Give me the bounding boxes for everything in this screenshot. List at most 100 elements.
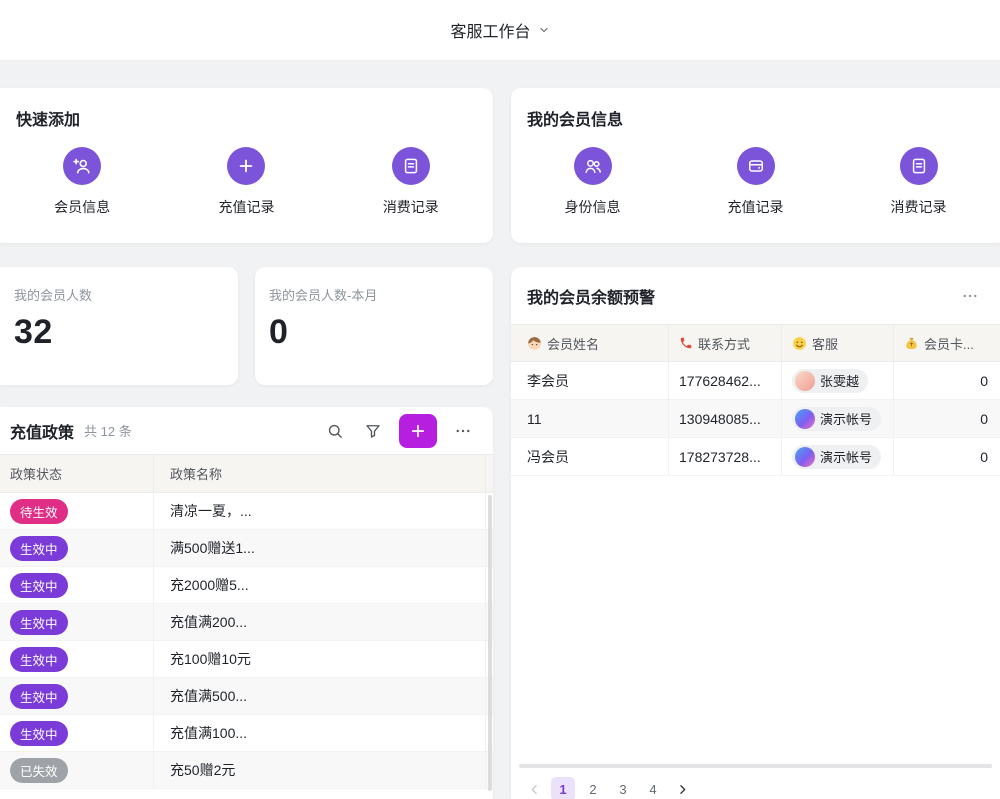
policy-name-cell: 清凉一夏，... — [154, 493, 486, 529]
more-icon[interactable] — [956, 282, 984, 310]
table-row[interactable]: 11 130948085... 演示帐号 0 — [511, 400, 1000, 438]
money-bag-icon — [904, 336, 919, 351]
page-title: 客服工作台 — [450, 18, 530, 42]
vertical-scrollbar[interactable] — [488, 495, 492, 791]
identity-info-button[interactable]: 身份信息 — [511, 147, 674, 217]
agent-chip[interactable]: 演示帐号 — [792, 445, 881, 469]
policy-table-header: 政策状态 政策名称 — [0, 454, 493, 493]
contact-cell: 177628462... — [669, 362, 782, 399]
table-row[interactable]: 待生效 清凉一夏，... — [0, 493, 493, 530]
table-row[interactable]: 生效中 充值满200... — [0, 604, 493, 641]
my-recharge-records-button[interactable]: 充值记录 — [674, 147, 837, 217]
phone-icon — [679, 336, 693, 350]
stat-card-member-count: 我的会员人数 32 — [0, 267, 238, 385]
balance-titlebar: 我的会员余额预警 — [511, 267, 1000, 324]
card-balance-cell: 0 — [894, 438, 1000, 475]
my-consumption-records-label: 消费记录 — [891, 197, 947, 217]
policy-toolbar: 充值政策 共 12 条 — [0, 407, 493, 454]
page-button-2[interactable]: 2 — [581, 777, 605, 799]
status-badge: 生效中 — [10, 721, 68, 746]
quick-add-consumption-button[interactable]: 消费记录 — [329, 147, 493, 217]
status-badge: 待生效 — [10, 499, 68, 524]
workspace-switcher[interactable]: 客服工作台 — [450, 18, 549, 42]
column-header-name[interactable]: 政策名称 — [154, 455, 486, 492]
table-row[interactable]: 生效中 满500赠送1... — [0, 530, 493, 567]
member-name-cell: 李会员 — [511, 362, 669, 399]
horizontal-scrollbar[interactable] — [519, 764, 992, 768]
quick-add-member-label: 会员信息 — [54, 197, 110, 217]
agent-chip[interactable]: 张雯越 — [792, 369, 868, 393]
smiley-icon — [792, 336, 807, 351]
my-consumption-records-button[interactable]: 消费记录 — [837, 147, 1000, 217]
status-badge: 生效中 — [10, 647, 68, 672]
people-icon — [574, 147, 612, 185]
table-row[interactable]: 冯会员 178273728... 演示帐号 0 — [511, 438, 1000, 476]
avatar — [795, 447, 815, 467]
receipt-icon — [392, 147, 430, 185]
stat-value: 32 — [0, 304, 238, 352]
quick-add-recharge-button[interactable]: 充值记录 — [164, 147, 328, 217]
pagination: 1 2 3 4 — [523, 776, 693, 799]
column-header-card[interactable]: 会员卡... — [894, 325, 1000, 361]
column-header-member-name[interactable]: 会员姓名 — [511, 325, 669, 361]
stat-label: 我的会员人数 — [0, 267, 238, 304]
page-button-3[interactable]: 3 — [611, 777, 635, 799]
plus-icon — [227, 147, 265, 185]
table-row[interactable]: 生效中 充100赠10元 — [0, 641, 493, 678]
avatar — [795, 371, 815, 391]
status-badge: 已失效 — [10, 758, 68, 783]
column-header-agent[interactable]: 客服 — [782, 325, 894, 361]
wallet-icon — [737, 147, 775, 185]
policy-name-cell: 满500赠送1... — [154, 530, 486, 566]
balance-warning-card: 我的会员余额预警 会员姓名 联系方式 客服 会员卡... — [511, 267, 1000, 799]
column-header-contact[interactable]: 联系方式 — [669, 325, 782, 361]
top-bar: 客服工作台 — [0, 0, 1000, 61]
customer-service-dashboard: 客服工作台 快速添加 会员信息 充值记录 消费 — [0, 0, 1000, 799]
quick-add-member-button[interactable]: 会员信息 — [0, 147, 164, 217]
quick-add-actions: 会员信息 充值记录 消费记录 — [0, 147, 493, 217]
policy-name-cell: 充值满200... — [154, 604, 486, 640]
agent-cell: 演示帐号 — [782, 400, 894, 437]
status-badge: 生效中 — [10, 684, 68, 709]
my-member-info-title: 我的会员信息 — [511, 88, 1000, 130]
policy-name-cell: 充值满100... — [154, 715, 486, 751]
more-icon[interactable] — [449, 417, 477, 445]
search-icon[interactable] — [321, 417, 349, 445]
my-recharge-records-label: 充值记录 — [728, 197, 784, 217]
page-button-4[interactable]: 4 — [641, 777, 665, 799]
stat-card-member-count-month: 我的会员人数-本月 0 — [255, 267, 493, 385]
quick-add-recharge-label: 充值记录 — [218, 197, 274, 217]
agent-cell: 张雯越 — [782, 362, 894, 399]
member-name-cell: 11 — [511, 400, 669, 437]
table-row[interactable]: 李会员 177628462... 张雯越 0 — [511, 362, 1000, 400]
prev-page-icon[interactable] — [523, 778, 545, 799]
stat-value: 0 — [255, 304, 493, 352]
contact-cell: 178273728... — [669, 438, 782, 475]
card-balance-cell: 0 — [894, 362, 1000, 399]
member-face-icon — [527, 336, 542, 351]
recharge-policy-card: 充值政策 共 12 条 政策状态 政策名称 待生效 清凉一夏， — [0, 407, 493, 799]
table-row[interactable]: 已失效 充50赠2元 — [0, 752, 493, 789]
balance-table-header: 会员姓名 联系方式 客服 会员卡... — [511, 324, 1000, 362]
policy-name-cell: 充2000赠5... — [154, 567, 486, 603]
filter-icon[interactable] — [359, 417, 387, 445]
quick-add-consumption-label: 消费记录 — [383, 197, 439, 217]
table-row[interactable]: 生效中 充值满100... — [0, 715, 493, 752]
policy-name-cell: 充50赠2元 — [154, 752, 486, 788]
policy-title: 充值政策 — [10, 419, 74, 443]
status-badge: 生效中 — [10, 536, 68, 561]
agent-chip[interactable]: 演示帐号 — [792, 407, 881, 431]
table-row[interactable]: 生效中 充值满500... — [0, 678, 493, 715]
add-policy-button[interactable] — [399, 414, 437, 448]
quick-add-card: 快速添加 会员信息 充值记录 消费记录 — [0, 88, 493, 243]
status-badge: 生效中 — [10, 610, 68, 635]
column-header-status[interactable]: 政策状态 — [0, 455, 154, 492]
page-button-1[interactable]: 1 — [551, 777, 575, 799]
policy-name-cell: 充值满500... — [154, 678, 486, 714]
next-page-icon[interactable] — [671, 778, 693, 799]
status-badge: 生效中 — [10, 573, 68, 598]
table-row[interactable]: 生效中 充2000赠5... — [0, 567, 493, 604]
agent-cell: 演示帐号 — [782, 438, 894, 475]
plus-icon — [409, 422, 427, 440]
chevron-down-icon — [538, 24, 550, 36]
